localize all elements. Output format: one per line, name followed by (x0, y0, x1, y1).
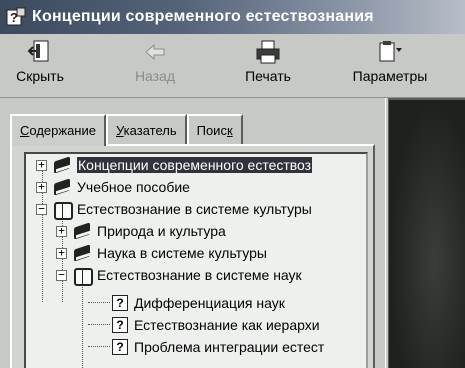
tree-item-label: Природа и культура (97, 223, 226, 239)
tab-contents-accel: С (20, 123, 30, 138)
help-topic-icon: ? (112, 339, 128, 355)
hide-button[interactable]: Скрыть (0, 38, 80, 94)
tree-item-label: Проблема интеграции естест (134, 339, 325, 355)
window-title: Концепции современного естествознания (32, 8, 374, 25)
book-closed-icon (73, 245, 93, 261)
tree-item[interactable]: ? Естествознание как иерархи (112, 314, 320, 336)
expand-toggle[interactable]: + (36, 181, 47, 193)
book-closed-icon (53, 157, 73, 173)
help-app-icon: ? (6, 7, 26, 27)
collapse-toggle[interactable]: − (56, 269, 67, 281)
tree-item[interactable]: ? Проблема интеграции естест (112, 336, 324, 358)
collapse-toggle[interactable]: − (36, 203, 47, 215)
options-button[interactable]: Параметры (340, 38, 440, 94)
expand-toggle[interactable]: + (56, 247, 67, 259)
back-button[interactable]: Назад (115, 38, 195, 94)
options-button-label: Параметры (352, 68, 428, 84)
tree-item-label: Учебное пособие (77, 179, 190, 195)
tab-contents[interactable]: Содержание (10, 114, 106, 146)
tree-item[interactable]: + Наука в системе культуры (56, 242, 267, 264)
tree-item[interactable]: − Естествознание в системе культуры (36, 198, 312, 220)
tab-index-accel: У (115, 123, 124, 138)
book-open-icon (53, 201, 73, 220)
tab-search[interactable]: Поиск (186, 114, 243, 144)
tree-item-label: Естествознание в системе культуры (77, 201, 312, 217)
help-topic-icon: ? (112, 317, 128, 333)
options-icon (377, 40, 403, 64)
topic-view-pane (389, 98, 465, 368)
printer-icon (255, 40, 281, 64)
tab-search-accel: к (226, 123, 233, 138)
tree-item[interactable]: + Концепции современного естествоз (36, 154, 313, 176)
tree-item-label: Концепции современного естествоз (77, 157, 313, 173)
tree-item[interactable]: + Природа и культура (56, 220, 226, 242)
tree-item-label: Наука в системе культуры (97, 245, 267, 261)
hide-pane-icon (27, 40, 53, 64)
toolbar: Скрыть Назад Печать Параметры (0, 34, 465, 98)
tree-item-label: Дифференциация наук (134, 295, 285, 311)
back-button-label: Назад (134, 68, 176, 84)
tab-search-label: Поис (196, 123, 227, 138)
contents-tab-panel: + Концепции современного естествоз + Уче… (10, 144, 375, 368)
expand-toggle[interactable]: + (56, 225, 67, 237)
print-button-label: Печать (245, 68, 291, 84)
hide-button-label: Скрыть (16, 68, 64, 84)
tree-item[interactable]: + Учебное пособие (36, 176, 190, 198)
nav-tabs: Содержание Указатель Поиск (10, 114, 243, 146)
book-closed-icon (53, 179, 73, 195)
navigation-pane: Содержание Указатель Поиск + Концепции с… (0, 98, 385, 368)
help-topic-icon: ? (112, 295, 128, 311)
tab-index-label: казатель (123, 123, 177, 138)
back-arrow-icon (142, 40, 168, 64)
title-bar: ? Концепции современного естествознания (0, 0, 465, 34)
print-button[interactable]: Печать (228, 38, 308, 94)
book-open-icon (73, 267, 93, 286)
tab-contents-label: одержание (29, 123, 96, 138)
tree-item-label: Естествознание в системе наук (97, 267, 302, 283)
tree-item[interactable]: − Естествознание в системе наук (56, 264, 302, 286)
tree-item[interactable]: ? Дифференциация наук (112, 292, 285, 314)
expand-toggle[interactable]: + (36, 159, 47, 171)
tree-item-label: Естествознание как иерархи (134, 317, 320, 333)
contents-tree[interactable]: + Концепции современного естествоз + Уче… (24, 152, 368, 368)
tab-index[interactable]: Указатель (105, 114, 187, 144)
book-closed-icon (73, 223, 93, 239)
